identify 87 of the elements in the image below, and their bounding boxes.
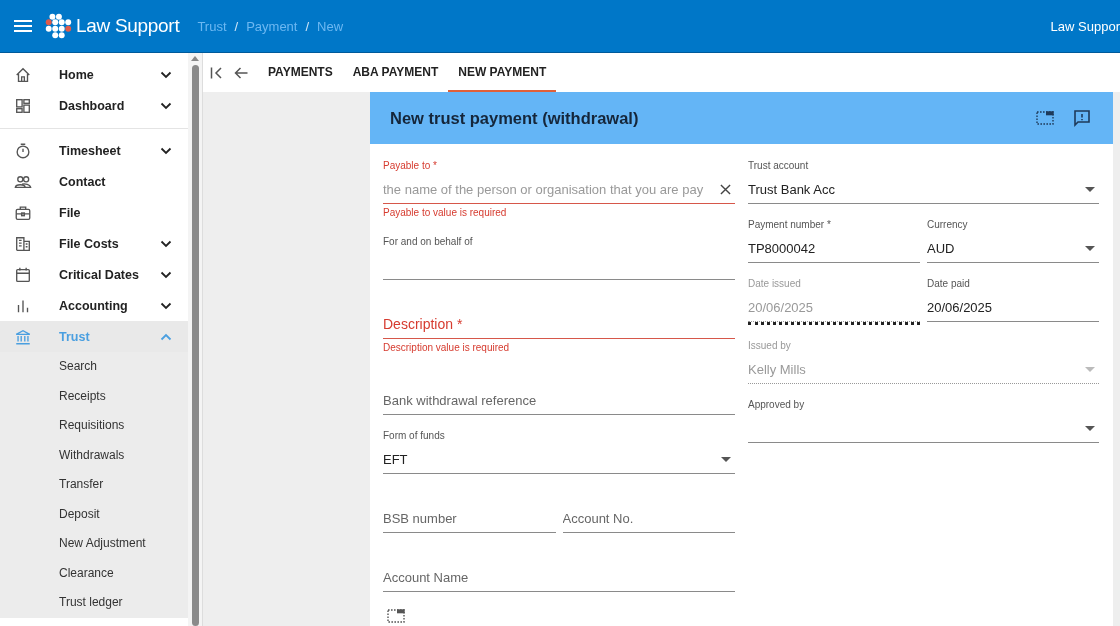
scrollbar[interactable]	[188, 53, 203, 626]
back-arrow-icon[interactable]	[234, 66, 248, 79]
sidebar-subitem[interactable]: Search	[0, 352, 188, 382]
sidebar-item[interactable]: Home	[0, 59, 188, 90]
caret-icon	[1085, 186, 1095, 192]
breadcrumb-separator: /	[305, 18, 310, 34]
dashed-window-icon[interactable]	[1036, 110, 1054, 126]
sidebar-subitem[interactable]: Clearance	[0, 558, 188, 588]
sidebar-subitem[interactable]: Deposit	[0, 499, 188, 529]
chevron-icon	[160, 101, 172, 110]
card-title: New trust payment (withdrawal)	[390, 108, 640, 128]
chevron-icon	[160, 239, 172, 248]
text-input[interactable]: Description *	[383, 310, 735, 339]
caret-icon	[1085, 245, 1095, 251]
breadcrumb-separator: /	[234, 18, 239, 34]
home-icon	[14, 65, 32, 84]
text-input[interactable]: BSB number	[383, 504, 556, 533]
sidebar-subitem[interactable]: New Adjustment	[0, 529, 188, 559]
sidebar-item[interactable]: Dashboard	[0, 90, 188, 121]
app-logo-text[interactable]: Law Support	[76, 15, 180, 37]
sidebar-item[interactable]: Accounting	[0, 290, 188, 321]
scrollbar-thumb[interactable]	[191, 65, 199, 626]
building-icon	[14, 234, 32, 253]
caret-icon	[1085, 425, 1095, 431]
field-label: Payable to *	[383, 159, 438, 173]
chevron-icon	[160, 332, 172, 341]
scroll-up-icon[interactable]	[191, 56, 199, 61]
briefcase-icon	[14, 203, 32, 222]
sidebar-item-label: Accounting	[59, 298, 129, 313]
sidebar-subitem[interactable]: Withdrawals	[0, 440, 188, 470]
first-page-icon[interactable]	[210, 66, 224, 79]
user-name[interactable]: Law Suppor	[1050, 18, 1120, 34]
sidebar-item-label: Timesheet	[59, 143, 122, 158]
sidebar-item[interactable]: File Costs	[0, 228, 188, 259]
dropdown-field: Kelly Mills	[748, 355, 1099, 384]
error-message: Payable to value is required	[383, 207, 508, 220]
sidebar-item[interactable]: Contact	[0, 166, 188, 197]
chevron-icon	[160, 70, 172, 79]
menu-icon[interactable]	[14, 20, 32, 32]
chevron-icon	[160, 301, 172, 310]
tab[interactable]: PAYMENTS	[258, 53, 343, 92]
text-input[interactable]: Bank withdrawal reference	[383, 386, 735, 415]
chevron-icon	[160, 270, 172, 279]
dots-logo-icon	[43, 13, 73, 39]
field-label: Currency	[927, 218, 969, 232]
sidebar-item-label: Dashboard	[59, 98, 126, 113]
field-label: Trust account	[748, 159, 810, 173]
sidebar-item-label: Critical Dates	[59, 267, 140, 282]
dropdown-field[interactable]: Trust Bank Acc	[748, 175, 1099, 204]
dashboard-icon	[14, 96, 32, 115]
text-input[interactable]: Account No.	[562, 504, 735, 533]
timer-icon	[14, 141, 32, 160]
sidebar-item-label: Contact	[59, 174, 107, 189]
field-label: Issued by	[748, 339, 792, 353]
field-label: Payment number *	[748, 218, 832, 232]
sidebar-item[interactable]: File	[0, 197, 188, 228]
field-label: Date issued	[748, 277, 802, 291]
feedback-icon[interactable]	[1073, 109, 1091, 127]
field-label: For and on behalf of	[383, 235, 474, 249]
caret-icon	[721, 456, 731, 462]
field-label: Date paid	[927, 277, 971, 291]
sidebar-item-label: File Costs	[59, 236, 120, 251]
sidebar-subitem[interactable]: Requisitions	[0, 411, 188, 441]
caret-icon	[1085, 366, 1095, 372]
field-label: Approved by	[748, 398, 806, 412]
sidebar-subitem[interactable]: Receipts	[0, 381, 188, 411]
sidebar-item-label: Trust	[59, 329, 91, 344]
text-input[interactable]: Account Name	[383, 563, 735, 592]
calendar-icon	[14, 265, 32, 284]
bank-icon	[14, 327, 32, 346]
tab[interactable]: ABA PAYMENT	[342, 53, 449, 92]
sidebar-subitem[interactable]: Transfer	[0, 470, 188, 500]
field-label: Form of funds	[383, 429, 446, 443]
chevron-icon	[160, 146, 172, 155]
error-message: Description value is required	[383, 342, 511, 355]
sidebar-item[interactable]: Critical Dates	[0, 259, 188, 290]
dropdown-field[interactable]: AUD	[927, 234, 1099, 263]
text-input[interactable]: TP8000042	[748, 234, 920, 263]
text-input[interactable]: 20/06/2025	[927, 293, 1099, 322]
dashed-window-icon[interactable]	[387, 608, 405, 624]
sidebar-item-label: Home	[59, 67, 95, 82]
sidebar-item[interactable]: Timesheet	[0, 135, 188, 166]
text-input[interactable]: the name of the person or organisation that you are pay	[383, 175, 735, 204]
sidebar-item-label: File	[59, 205, 82, 220]
dropdown-field[interactable]: EFT	[383, 445, 735, 474]
close-icon[interactable]	[720, 184, 731, 195]
sidebar-subitem[interactable]: Trust ledger	[0, 588, 188, 618]
